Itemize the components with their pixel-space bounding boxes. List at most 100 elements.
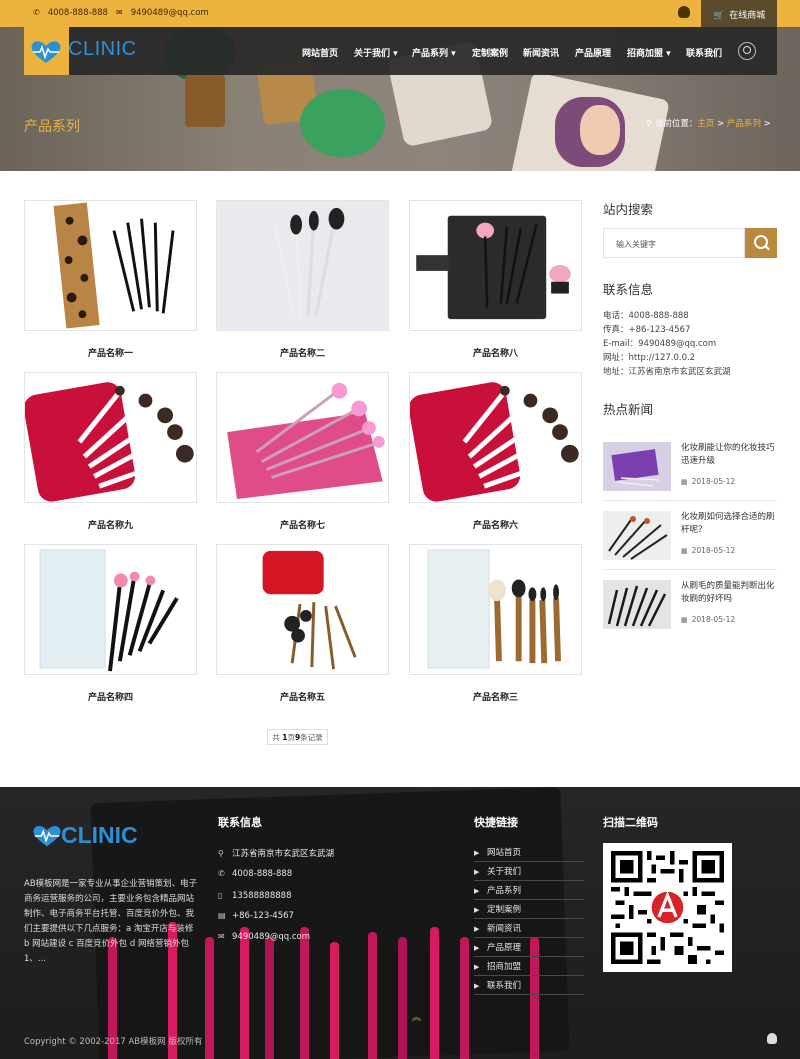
news-item[interactable]: 化妆刷能让你的化妆技巧迅速升级 ▦ 2018-05-12 — [603, 442, 777, 502]
nav-item-join[interactable]: 招商加盟 ▾ — [627, 46, 671, 59]
breadcrumb-tail: > — [760, 119, 771, 129]
footer-links-title: 快捷链接 — [474, 816, 518, 829]
search-input[interactable]: 输入关键字 — [603, 228, 745, 258]
top-email[interactable]: ✉ 9490489@qq.com — [116, 8, 209, 18]
product-card[interactable] — [24, 200, 197, 331]
news-item[interactable]: 化妆刷如何选择合适的刷杆呢？ ▦ 2018-05-12 — [603, 511, 777, 571]
qr-code-image — [611, 851, 724, 964]
product-name[interactable]: 产品名称二 — [216, 346, 389, 359]
product-name[interactable]: 产品名称六 — [409, 518, 582, 531]
fax-icon: ▤ — [218, 911, 226, 920]
product-name[interactable]: 产品名称九 — [24, 518, 197, 531]
breadcrumb-current[interactable]: 产品系列 — [727, 119, 761, 129]
footer-background-decor — [300, 927, 309, 1059]
footer-logo[interactable]: CLINIC — [31, 822, 138, 851]
product-image — [410, 545, 581, 674]
product-name[interactable]: 产品名称五 — [216, 690, 389, 703]
footer-contact-address: ⚲ 江苏省南京市玄武区玄武湖 — [218, 847, 334, 859]
qq-icon[interactable] — [767, 1033, 777, 1044]
product-card[interactable] — [216, 372, 389, 503]
product-name[interactable]: 产品名称一 — [24, 346, 197, 359]
product-card[interactable] — [409, 544, 582, 675]
cart-icon: 🛒 — [713, 11, 725, 21]
arrow-right-icon: ▶ — [474, 849, 480, 857]
pagination-info: 共 1页9条记录 — [267, 729, 328, 745]
top-phone: ✆ 4008-888-888 — [33, 8, 108, 18]
news-title[interactable]: 化妆刷能让你的化妆技巧迅速升级 — [681, 442, 779, 468]
nav-item-contact[interactable]: 联系我们 — [686, 46, 722, 59]
nav-item-home[interactable]: 网站首页 — [302, 46, 338, 59]
breadcrumb-home[interactable]: 主页 — [697, 119, 714, 129]
online-mall-button[interactable]: 🛒 在线商城 — [701, 0, 777, 27]
footer-contact-email[interactable]: ✉ 9490489@qq.com — [218, 932, 310, 942]
pager-suffix: 条记录 — [300, 733, 323, 742]
product-card[interactable] — [409, 200, 582, 331]
footer-link-about[interactable]: ▶ 关于我们 — [474, 865, 584, 881]
calendar-icon: ▦ — [681, 547, 688, 555]
product-image — [410, 373, 581, 502]
product-name[interactable]: 产品名称四 — [24, 690, 197, 703]
footer-link-label: 关于我们 — [487, 867, 522, 877]
product-card[interactable] — [24, 372, 197, 503]
news-date-text: 2018-05-12 — [691, 615, 736, 624]
sidebar-contact-url: 网址：http://127.0.0.2 — [603, 353, 696, 363]
sidebar-contact-title: 联系信息 — [603, 282, 654, 297]
search-button[interactable] — [745, 228, 777, 258]
nav-item-cases[interactable]: 定制案例 — [472, 46, 508, 59]
nav-item-products[interactable]: 产品系列 ▾ — [412, 46, 456, 59]
arrow-right-icon: ▶ — [474, 887, 480, 895]
nav-item-news[interactable]: 新闻资讯 — [523, 46, 559, 59]
footer-link-home[interactable]: ▶ 网站首页 — [474, 846, 584, 862]
footer-link-join[interactable]: ▶ 招商加盟 — [474, 960, 584, 976]
footer-contact-text: 13588888888 — [232, 891, 292, 901]
news-thumbnail — [603, 511, 671, 560]
product-image — [25, 373, 196, 502]
nav-item-principle[interactable]: 产品原理 — [575, 46, 611, 59]
news-item[interactable]: 从刷毛的质量能判断出化妆刷的好坏吗 ▦ 2018-05-12 — [603, 580, 777, 640]
copyright-text: Copyright © 2002-2017 AB模板网 版权所有 — [24, 1037, 203, 1047]
sidebar-search-title: 站内搜索 — [603, 202, 654, 217]
mobile-icon: ▯ — [218, 891, 223, 900]
product-name[interactable]: 产品名称七 — [216, 518, 389, 531]
news-title[interactable]: 从刷毛的质量能判断出化妆刷的好坏吗 — [681, 580, 779, 606]
search-icon[interactable] — [738, 42, 756, 60]
product-name[interactable]: 产品名称八 — [409, 346, 582, 359]
logo-text[interactable]: CLINIC — [68, 38, 137, 61]
news-date: ▦ 2018-05-12 — [681, 615, 735, 624]
footer-background-decor — [398, 937, 407, 1059]
sidebar-news-title: 热点新闻 — [603, 402, 654, 417]
news-date: ▦ 2018-05-12 — [681, 477, 735, 486]
qq-icon[interactable] — [678, 6, 690, 18]
product-card[interactable] — [216, 544, 389, 675]
breadcrumb-sep: > — [714, 119, 727, 129]
mail-icon: ✉ — [116, 8, 123, 17]
footer-link-label: 产品系列 — [487, 886, 522, 896]
news-title[interactable]: 化妆刷如何选择合适的刷杆呢？ — [681, 511, 779, 537]
footer-link-cases[interactable]: ▶ 定制案例 — [474, 903, 584, 919]
footer-contact-phone: ✆ 4008-888-888 — [218, 869, 292, 879]
footer-about-text: AB模板网是一家专业从事企业营销策划、电子商务运营服务的公司，主要业务包含精品网… — [24, 879, 198, 964]
product-card[interactable] — [24, 544, 197, 675]
logo-box[interactable] — [24, 27, 69, 75]
news-date: ▦ 2018-05-12 — [681, 546, 735, 555]
back-to-top-icon[interactable]: ︽ — [412, 1010, 421, 1023]
product-image — [217, 545, 388, 674]
footer-background-decor — [430, 927, 439, 1059]
qr-code — [603, 843, 732, 972]
footer-link-principle[interactable]: ▶ 产品原理 — [474, 941, 584, 957]
footer-link-contact[interactable]: ▶ 联系我们 — [474, 979, 584, 995]
divider — [603, 569, 777, 570]
footer-qr-title: 扫描二维码 — [603, 816, 658, 829]
footer-background-decor — [460, 937, 469, 1059]
top-bar: ✆ 4008-888-888 ✉ 9490489@qq.com 🛒 在线商城 — [0, 0, 800, 27]
footer-link-label: 联系我们 — [487, 981, 522, 991]
product-image — [25, 545, 196, 674]
arrow-right-icon: ▶ — [474, 906, 480, 914]
footer-link-products[interactable]: ▶ 产品系列 — [474, 884, 584, 900]
footer-link-news[interactable]: ▶ 新闻资讯 — [474, 922, 584, 938]
product-card[interactable] — [409, 372, 582, 503]
nav-item-about[interactable]: 关于我们 ▾ — [354, 46, 398, 59]
product-name[interactable]: 产品名称三 — [409, 690, 582, 703]
product-card[interactable] — [216, 200, 389, 331]
sidebar-contact-address: 地址：江苏省南京市玄武区玄武湖 — [603, 367, 731, 377]
